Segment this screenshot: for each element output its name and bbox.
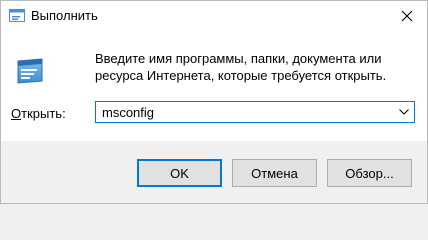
close-button[interactable] [387, 1, 427, 31]
title-bar: Выполнить [1, 1, 427, 31]
open-label: Открыть: [11, 106, 66, 121]
run-dialog: Выполнить Введите имя программы, папки, … [0, 0, 428, 204]
command-input[interactable] [102, 103, 382, 121]
run-program-icon [14, 55, 46, 87]
close-icon [401, 10, 413, 22]
ok-button[interactable]: OK [137, 159, 222, 187]
run-dialog-icon [9, 9, 25, 23]
window-title: Выполнить [31, 8, 98, 23]
dialog-description: Введите имя программы, папки, документа … [95, 51, 387, 83]
command-combobox[interactable] [95, 101, 415, 123]
cancel-button[interactable]: Отмена [232, 159, 317, 187]
open-label-accesskey: О [11, 106, 22, 121]
chevron-down-icon [399, 109, 409, 115]
dropdown-button[interactable] [396, 103, 412, 121]
dialog-content: Введите имя программы, папки, документа … [1, 31, 427, 141]
browse-button[interactable]: Обзор... [327, 159, 412, 187]
open-label-text: ткрыть: [21, 106, 66, 121]
